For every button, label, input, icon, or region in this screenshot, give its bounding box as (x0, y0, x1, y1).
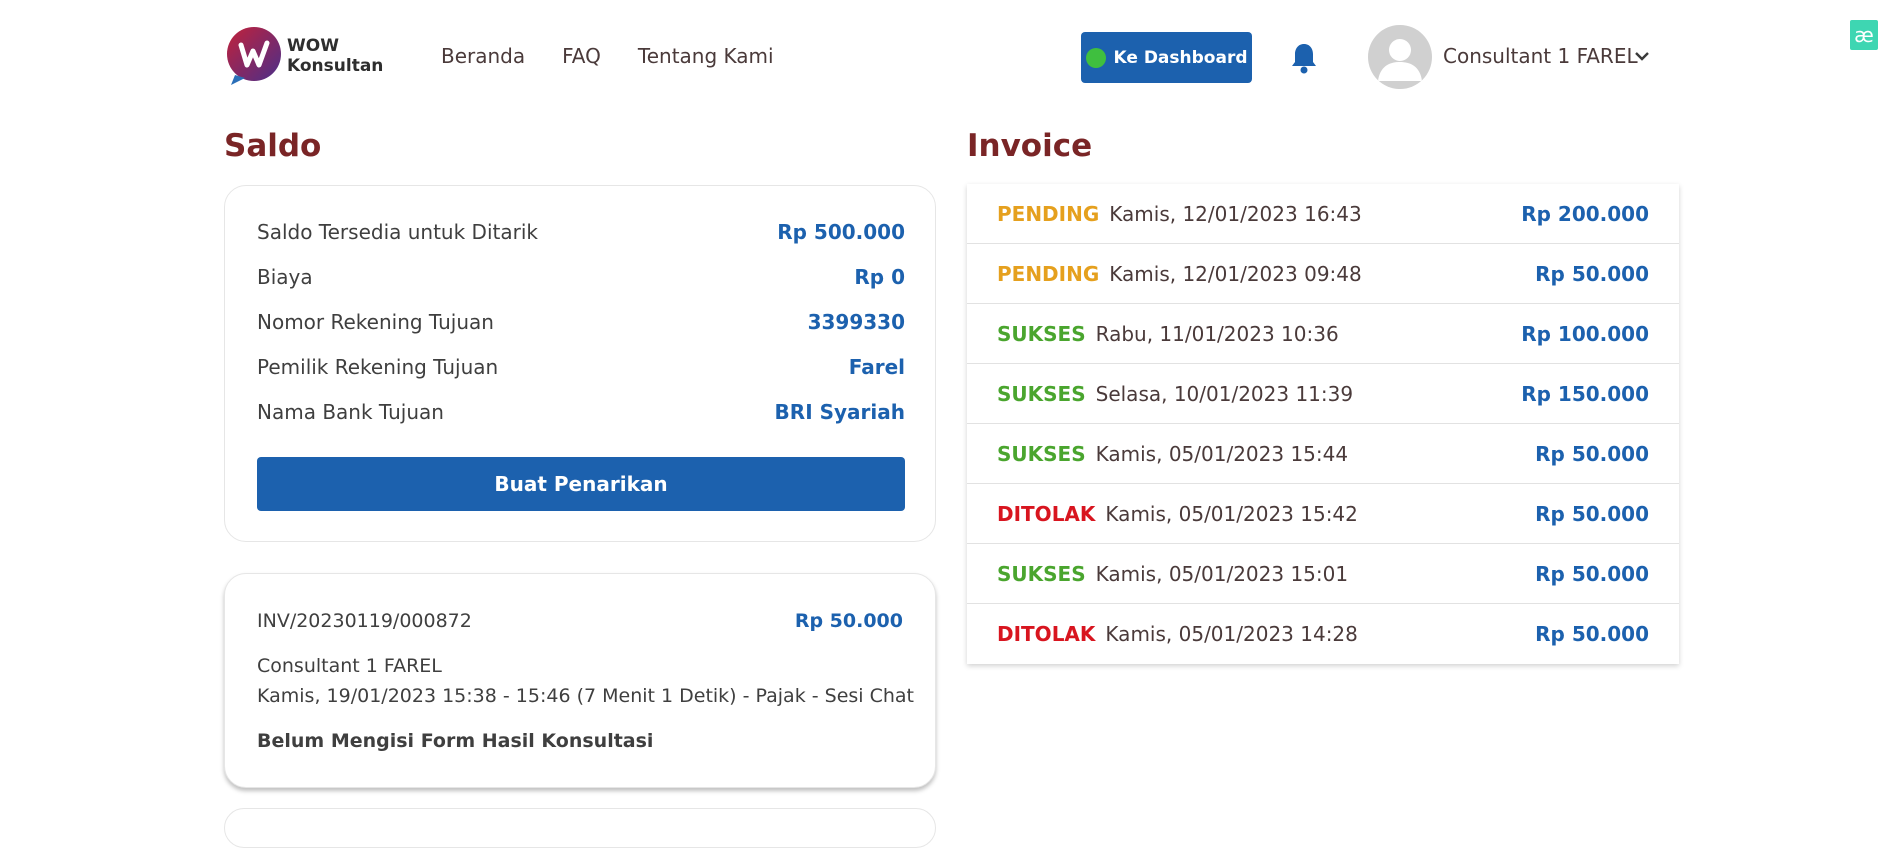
dashboard-button-label: Ke Dashboard (1113, 47, 1248, 68)
invoice-row[interactable]: PENDING Kamis, 12/01/2023 16:43 Rp 200.000 (967, 184, 1679, 244)
nav-beranda[interactable]: Beranda (441, 44, 525, 68)
saldo-row-label: Saldo Tersedia untuk Ditarik (257, 220, 538, 244)
chevron-down-icon[interactable] (1634, 48, 1650, 64)
saldo-title: Saldo (224, 128, 322, 164)
session-card[interactable]: INV/20230119/000872 Rp 50.000 Consultant… (224, 573, 936, 788)
invoice-row[interactable]: DITOLAK Kamis, 05/01/2023 14:28 Rp 50.000 (967, 604, 1679, 664)
saldo-row-label: Pemilik Rekening Tujuan (257, 355, 499, 379)
invoice-row[interactable]: SUKSES Kamis, 05/01/2023 15:01 Rp 50.000 (967, 544, 1679, 604)
bell-icon[interactable] (1290, 42, 1318, 74)
invoice-date: Kamis, 05/01/2023 14:28 (1105, 622, 1358, 646)
invoice-status-badge: SUKSES (997, 561, 1086, 586)
saldo-row: Biaya Rp 0 (257, 265, 905, 289)
invoice-amount: Rp 100.000 (1521, 321, 1649, 346)
invoice-row[interactable]: DITOLAK Kamis, 05/01/2023 15:42 Rp 50.000 (967, 484, 1679, 544)
nav-faq[interactable]: FAQ (562, 44, 601, 68)
invoice-status-badge: SUKSES (997, 321, 1086, 346)
saldo-row-value: Rp 0 (854, 265, 905, 289)
user-avatar-icon[interactable] (1368, 25, 1432, 89)
main-nav: Beranda FAQ Tentang Kami (441, 44, 774, 68)
saldo-card: Saldo Tersedia untuk Ditarik Rp 500.000 … (224, 185, 936, 542)
invoice-status-badge: SUKSES (997, 441, 1086, 466)
invoice-row[interactable]: SUKSES Selasa, 10/01/2023 11:39 Rp 150.000 (967, 364, 1679, 424)
invoice-date: Kamis, 05/01/2023 15:42 (1105, 501, 1358, 526)
withdraw-button[interactable]: Buat Penarikan (257, 457, 905, 511)
invoice-status-badge: SUKSES (997, 381, 1086, 406)
logo-wordmark: WOW Konsultan (287, 36, 383, 76)
invoice-date: Kamis, 05/01/2023 15:44 (1095, 441, 1349, 466)
logo-text-top: WOW (287, 36, 339, 56)
invoice-amount: Rp 50.000 (1535, 622, 1649, 646)
invoice-status-badge: DITOLAK (997, 501, 1096, 526)
saldo-row-value: Farel (848, 355, 905, 379)
saldo-row: Pemilik Rekening Tujuan Farel (257, 355, 905, 379)
invoice-amount: Rp 200.000 (1521, 201, 1649, 226)
invoice-date: Selasa, 10/01/2023 11:39 (1095, 381, 1354, 406)
saldo-row-value: Rp 500.000 (777, 220, 905, 244)
invoice-date: Rabu, 11/01/2023 10:36 (1095, 321, 1339, 346)
saldo-row-label: Biaya (257, 265, 313, 289)
session-consultant: Consultant 1 FAREL (257, 655, 442, 677)
invoice-date: Kamis, 12/01/2023 09:48 (1109, 261, 1362, 286)
saldo-row-value: 3399330 (807, 310, 905, 334)
invoice-date: Kamis, 05/01/2023 15:01 (1095, 561, 1349, 586)
invoice-date: Kamis, 12/01/2023 16:43 (1109, 201, 1362, 226)
session-details: Kamis, 19/01/2023 15:38 - 15:46 (7 Menit… (257, 685, 915, 707)
logo-mark (227, 27, 281, 85)
invoice-row[interactable]: SUKSES Rabu, 11/01/2023 10:36 Rp 100.000 (967, 304, 1679, 364)
invoice-amount: Rp 150.000 (1521, 381, 1649, 406)
invoice-row[interactable]: PENDING Kamis, 12/01/2023 09:48 Rp 50.000 (967, 244, 1679, 304)
saldo-row: Nama Bank Tujuan BRI Syariah (257, 400, 905, 424)
top-navbar: WOW Konsultan Beranda FAQ Tentang Kami K… (0, 0, 1899, 112)
invoice-status-badge: DITOLAK (997, 622, 1096, 646)
invoice-row[interactable]: SUKSES Kamis, 05/01/2023 15:44 Rp 50.000 (967, 424, 1679, 484)
saldo-row: Saldo Tersedia untuk Ditarik Rp 500.000 (257, 220, 905, 244)
user-name[interactable]: Consultant 1 FAREL (1443, 44, 1638, 68)
session-amount: Rp 50.000 (794, 610, 903, 632)
nav-tentang-kami[interactable]: Tentang Kami (638, 44, 774, 68)
invoice-amount: Rp 50.000 (1535, 261, 1649, 286)
invoice-title: Invoice (967, 128, 1093, 164)
invoice-amount: Rp 50.000 (1535, 441, 1649, 466)
invoice-list: PENDING Kamis, 12/01/2023 16:43 Rp 200.000… (967, 184, 1679, 664)
invoice-amount: Rp 50.000 (1535, 561, 1649, 586)
corner-badge: æ (1850, 20, 1878, 50)
logo-text-bottom: Konsultan (287, 56, 384, 76)
invoice-status-badge: PENDING (997, 261, 1100, 286)
invoice-amount: Rp 50.000 (1535, 501, 1649, 526)
saldo-row-value: BRI Syariah (774, 400, 905, 424)
saldo-row: Nomor Rekening Tujuan 3399330 (257, 310, 905, 334)
next-session-card[interactable] (224, 808, 936, 848)
brand-logo[interactable]: WOW Konsultan (225, 25, 383, 87)
saldo-row-label: Nomor Rekening Tujuan (257, 310, 494, 334)
session-invoice-number: INV/20230119/000872 (257, 610, 472, 632)
saldo-row-label: Nama Bank Tujuan (257, 400, 444, 424)
dashboard-button[interactable]: Ke Dashboard (1081, 32, 1252, 83)
invoice-status-badge: PENDING (997, 201, 1100, 226)
session-status: Belum Mengisi Form Hasil Konsultasi (257, 730, 654, 752)
online-dot-icon (1085, 47, 1106, 68)
